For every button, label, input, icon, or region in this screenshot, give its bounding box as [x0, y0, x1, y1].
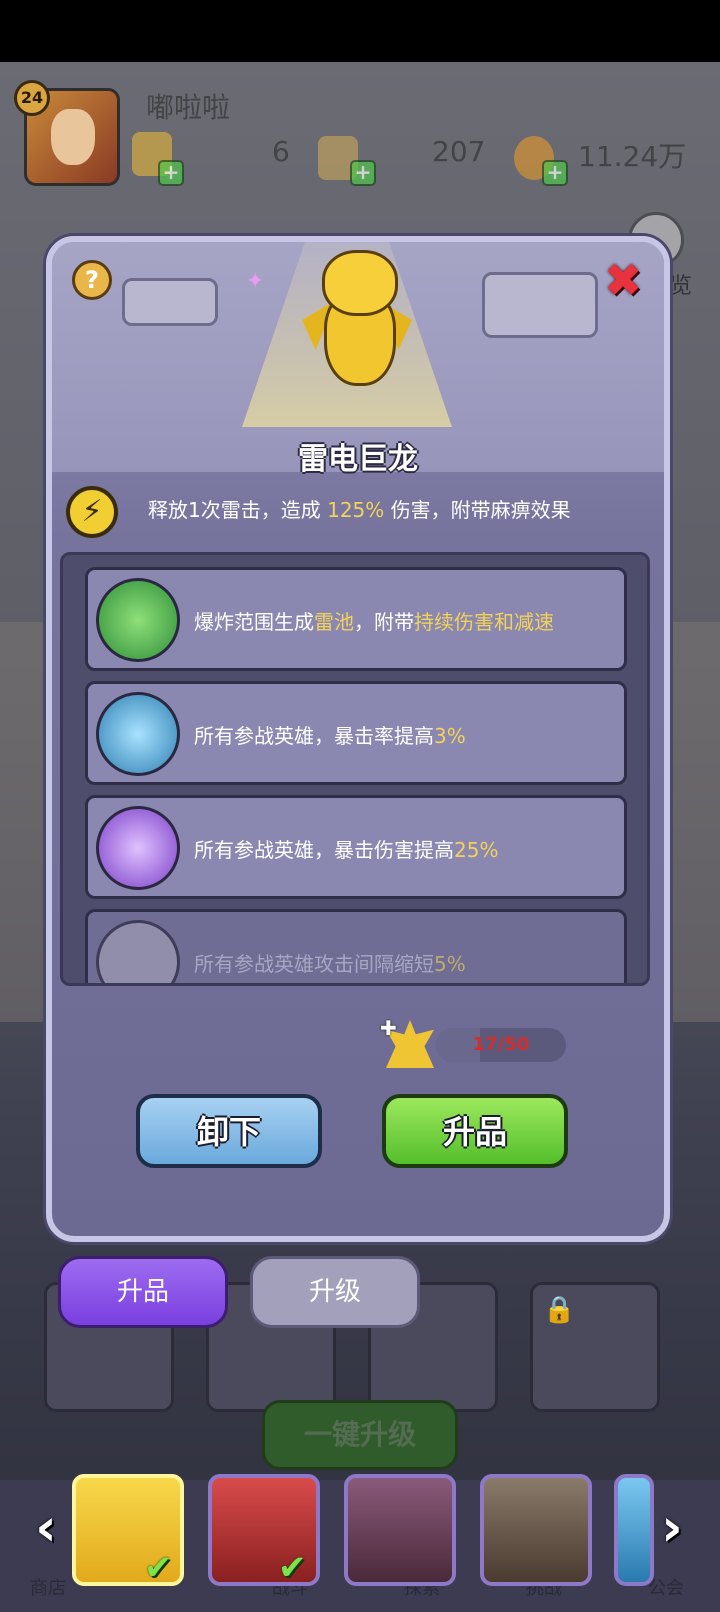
equipped-check-icon: ✔ [144, 1548, 173, 1588]
dragon-head [322, 250, 398, 316]
add-gem-button[interactable]: + [158, 160, 184, 186]
help-button[interactable]: ? [72, 260, 112, 300]
perk-text: 爆炸范围生成雷池，附带持续伤害和减速 [194, 610, 554, 634]
crit-rate-perk-icon [96, 692, 180, 776]
hero-name: 雷电巨龙 [298, 442, 418, 477]
lock-icon: 🔒 [543, 1295, 576, 1325]
crit-damage-perk-icon [96, 806, 180, 890]
resource-2-value: 207 [432, 135, 486, 168]
perk-text: 所有参战英雄，暴击伤害提高25% [194, 838, 499, 862]
resource-3-value: 11.24万 [578, 140, 687, 173]
close-x-icon: ✖ [603, 253, 643, 307]
chevron-left-icon[interactable]: ‹ [26, 1500, 66, 1560]
perk-text: 所有参战英雄，暴击率提高3% [194, 724, 466, 748]
add-book-button[interactable]: + [350, 160, 376, 186]
status-bar [0, 0, 720, 62]
skill-desc-value: 125% [327, 498, 385, 522]
unequip-button[interactable]: 卸下 [136, 1094, 322, 1168]
hero-detail-dialog: ✦ ? ✖ 雷电巨龙 ⚡ 释放1次雷击，造成 125% 伤害，附带麻痹效果 爆炸… [46, 236, 670, 1242]
chevron-right-icon[interactable]: › [652, 1500, 692, 1560]
thunder-dragon-sprite [302, 250, 412, 400]
scene-rock [482, 272, 598, 338]
progress-bar: 17/50 [436, 1028, 566, 1062]
close-button[interactable]: ✖ [600, 257, 646, 304]
perk-row[interactable]: 所有参战英雄，暴击伤害提高25% [85, 795, 627, 899]
overview-label: 览 [670, 274, 693, 299]
hero-card-stone-beast[interactable] [480, 1474, 592, 1586]
add-coin-button[interactable]: + [542, 160, 568, 186]
fragment-plus-icon: ✚ [380, 1016, 397, 1040]
upgrade-rank-button[interactable]: 升品 [382, 1094, 568, 1168]
nav-guild-label[interactable]: 公会 [648, 1574, 684, 1600]
resource-1-value: 6 [272, 135, 290, 168]
perk-row-locked[interactable]: 所有参战英雄攻击间隔缩短5% [85, 909, 627, 983]
progress-label: 17/50 [472, 1034, 530, 1055]
scene-rock [122, 278, 218, 326]
skill-description: 释放1次雷击，造成 125% 伤害，附带麻痹效果 [148, 494, 571, 523]
lightning-pool-perk-icon [96, 578, 180, 662]
skill-desc-suffix: 伤害，附带麻痹效果 [390, 498, 571, 522]
attack-speed-perk-icon [96, 920, 180, 983]
perk-list[interactable]: 爆炸范围生成雷池，附带持续伤害和减速 所有参战英雄，暴击率提高3% 所有参战英雄… [60, 552, 650, 986]
question-mark-icon: ? [85, 266, 99, 294]
hero-card-dark-dragon[interactable] [344, 1474, 456, 1586]
player-name: 嘟啦啦 [146, 91, 231, 124]
perk-text: 所有参战英雄攻击间隔缩短5% [194, 952, 466, 976]
lightning-icon[interactable]: ⚡ [66, 486, 118, 538]
skill-desc-prefix: 释放1次雷击，造成 [148, 498, 321, 522]
hero-card-ice-partial[interactable] [614, 1474, 654, 1586]
perk-row[interactable]: 爆炸范围生成雷池，附带持续伤害和减速 [85, 567, 627, 671]
nav-shop-label[interactable]: 商店 [30, 1574, 66, 1600]
tab-level-up[interactable]: 升级 [250, 1256, 420, 1328]
sparkle-icon: ✦ [246, 269, 265, 294]
perk-row[interactable]: 所有参战英雄，暴击率提高3% [85, 681, 627, 785]
bg-hero-card-locked: 🔒 [530, 1282, 660, 1412]
tab-upgrade-rank[interactable]: 升品 [58, 1256, 228, 1328]
player-level-badge: 24 [14, 80, 50, 116]
equipped-check-icon: ✔ [278, 1548, 307, 1588]
fragment-progress: ✚ 17/50 [380, 1016, 572, 1068]
avatar-face [51, 109, 95, 165]
one-key-upgrade-button[interactable]: 一键升级 [262, 1400, 458, 1470]
